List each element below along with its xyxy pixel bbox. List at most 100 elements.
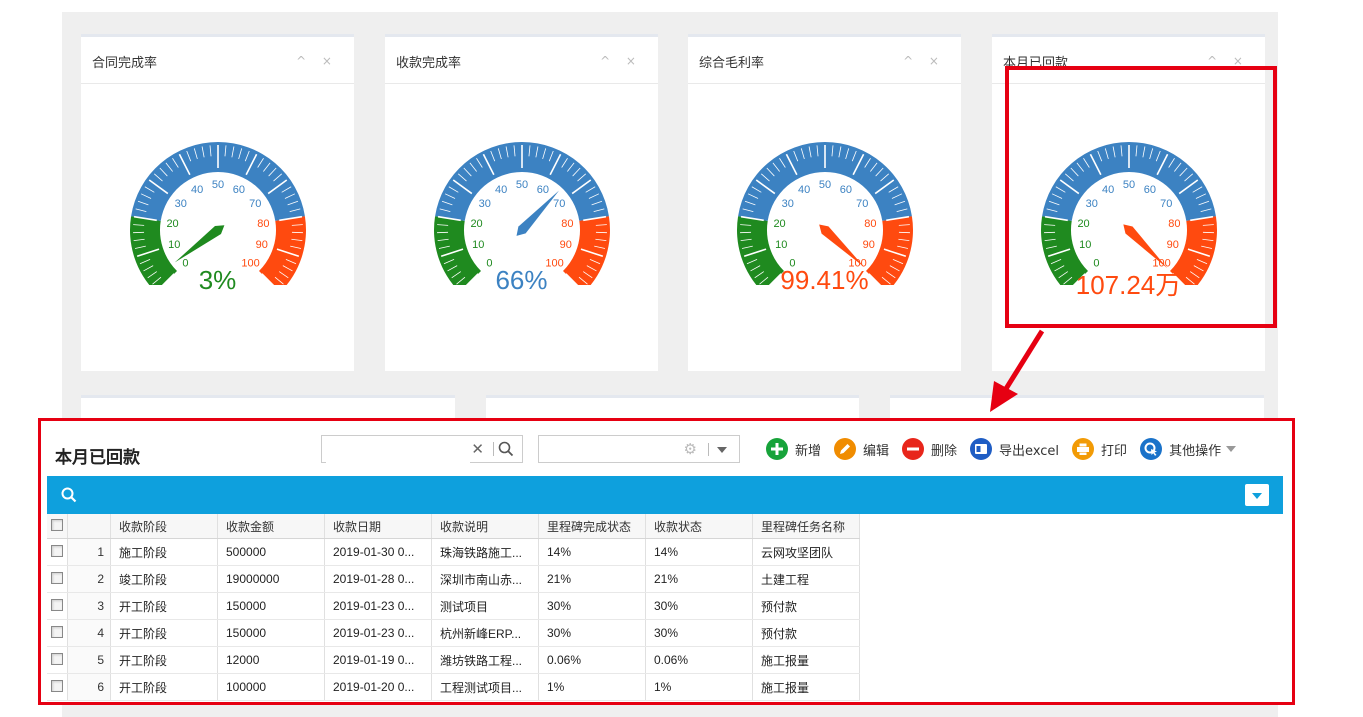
table-cell: 0.06% xyxy=(645,646,753,674)
table-row[interactable]: 3 开工阶段 150000 2019-01-23 0... 测试项目 30% 30% 预付款 xyxy=(47,592,860,620)
gauge-needle xyxy=(819,224,865,268)
gauge-needle xyxy=(174,225,225,263)
gauge-value: 3% xyxy=(198,265,237,295)
filter-select[interactable]: ⚙ xyxy=(538,435,740,463)
gauge-tick-label: 40 xyxy=(191,184,203,196)
row-checkbox[interactable] xyxy=(47,673,68,701)
table-cell: 2019-01-28 0... xyxy=(324,565,432,593)
gauge-tick-label: 90 xyxy=(863,239,875,251)
table-cell: 100000 xyxy=(217,673,325,701)
minus-icon xyxy=(902,438,925,460)
table-cell: 2019-01-30 0... xyxy=(324,538,432,566)
table-cell: 开工阶段 xyxy=(110,592,218,620)
gauge-tick-label: 80 xyxy=(561,218,573,230)
table-cell: 30% xyxy=(645,592,753,620)
pencil-icon xyxy=(834,438,857,460)
gauge-tick-label: 10 xyxy=(168,239,180,251)
row-checkbox[interactable] xyxy=(47,565,68,593)
highlight-box xyxy=(1005,66,1277,328)
table-cell: 21% xyxy=(645,565,753,593)
add-button[interactable]: 新增 xyxy=(766,438,821,460)
delete-button-label: 删除 xyxy=(931,443,958,459)
gauge-tick-label: 10 xyxy=(775,239,787,251)
table-cell: 开工阶段 xyxy=(110,673,218,701)
card-payment-completion: 收款完成率 ^ × 0 10 20 30 40 50 60 70 80 90 100 66% xyxy=(385,34,658,371)
table-row[interactable]: 1 施工阶段 500000 2019-01-30 0... 珠海铁路施工... 14% 14… xyxy=(47,538,860,566)
table-row[interactable]: 4 开工阶段 150000 2019-01-23 0... 杭州新峰ERP... 30% 3… xyxy=(47,619,860,647)
column-header[interactable]: 收款金额 xyxy=(217,514,325,539)
table-cell: 2019-01-20 0... xyxy=(324,673,432,701)
toolbar: 新增 编辑 删除 导出excel 打印 其他操作 xyxy=(766,435,1249,463)
table-cell: 竣工阶段 xyxy=(110,565,218,593)
row-checkbox[interactable] xyxy=(47,538,68,566)
table-cell: 150000 xyxy=(217,592,325,620)
select-all-checkbox[interactable] xyxy=(47,514,68,539)
card-header: 综合毛利率 ^ × xyxy=(688,37,961,84)
column-header[interactable]: 收款状态 xyxy=(645,514,753,539)
table-cell: 2019-01-23 0... xyxy=(324,592,432,620)
card-tools[interactable]: ^ × xyxy=(296,54,338,68)
edit-button[interactable]: 编辑 xyxy=(834,438,889,460)
table-cell: 云网攻坚团队 xyxy=(752,538,860,566)
gauge: 010203040 50 60708090100 xyxy=(737,142,913,285)
column-header[interactable]: 收款说明 xyxy=(431,514,539,539)
payment-detail-panel: 本月已回款 ✕ ⚙ 新增 编辑 删除 导出excel 打印 其他操作 收款阶段 … xyxy=(38,418,1295,705)
clear-icon[interactable]: ✕ xyxy=(471,440,484,458)
search-icon[interactable] xyxy=(498,441,514,457)
table-cell: 珠海铁路施工... xyxy=(431,538,539,566)
card-tools[interactable]: ^ × xyxy=(600,54,642,68)
rownum-header xyxy=(67,514,111,539)
gauge-tick-label: 50 xyxy=(819,179,831,191)
card-tools[interactable]: ^ × xyxy=(903,54,945,68)
gauge-value: 99.41% xyxy=(780,265,869,295)
row-checkbox[interactable] xyxy=(47,619,68,647)
gear-icon[interactable]: ⚙ xyxy=(684,440,697,458)
gauge-tick-label: 80 xyxy=(257,218,269,230)
gauge-tick-label: 40 xyxy=(798,184,810,196)
table-cell: 开工阶段 xyxy=(110,646,218,674)
card-header: 合同完成率 ^ × xyxy=(81,37,354,84)
column-header[interactable]: 里程碑完成状态 xyxy=(538,514,646,539)
card-gross-margin: 综合毛利率 ^ × 0 10 20 30 40 50 60 70 80 90 100 99.41% xyxy=(688,34,961,371)
printer-icon xyxy=(1072,438,1095,460)
print-button[interactable]: 打印 xyxy=(1072,438,1127,460)
gauge-tick-label: 80 xyxy=(864,218,876,230)
filter-bar xyxy=(47,476,1283,514)
table-cell: 500000 xyxy=(217,538,325,566)
table-cell: 预付款 xyxy=(752,592,860,620)
chevron-down-icon[interactable] xyxy=(717,447,727,453)
table-row[interactable]: 6 开工阶段 100000 2019-01-20 0... 工程测试项目... 1% 1% 施… xyxy=(47,673,860,701)
delete-button[interactable]: 删除 xyxy=(902,438,957,460)
card-contract-completion: 合同完成率 ^ × 0 10 20 30 40 50 60 70 80 90 100 3% xyxy=(81,34,354,371)
search-input[interactable] xyxy=(326,437,470,463)
other-actions-button[interactable]: 其他操作 xyxy=(1140,438,1237,460)
edit-button-label: 编辑 xyxy=(863,443,890,459)
search-icon[interactable] xyxy=(61,487,77,503)
table-cell: 预付款 xyxy=(752,619,860,647)
gauge-tick-label: 90 xyxy=(560,239,572,251)
row-checkbox[interactable] xyxy=(47,646,68,674)
print-button-label: 打印 xyxy=(1101,443,1128,459)
export-excel-button[interactable]: 导出excel xyxy=(970,438,1059,460)
column-header[interactable]: 收款阶段 xyxy=(110,514,218,539)
column-header[interactable]: 里程碑任务名称 xyxy=(752,514,860,539)
gauge-tick-label: 20 xyxy=(166,218,178,230)
table-cell: 14% xyxy=(645,538,753,566)
column-header[interactable]: 收款日期 xyxy=(324,514,432,539)
table-row[interactable]: 5 开工阶段 12000 2019-01-19 0... 潍坊铁路工程... 0.06% 0… xyxy=(47,646,860,674)
table-cell: 30% xyxy=(538,592,646,620)
table-cell: 测试项目 xyxy=(431,592,539,620)
payment-table: 收款阶段 收款金额 收款日期 收款说明 里程碑完成状态 收款状态 里程碑任务名称… xyxy=(47,514,860,701)
table-row[interactable]: 2 竣工阶段 19000000 2019-01-28 0... 深圳市南山赤... 21%… xyxy=(47,565,860,593)
table-cell: 工程测试项目... xyxy=(431,673,539,701)
gauge-tick-label: 30 xyxy=(479,198,491,210)
row-checkbox[interactable] xyxy=(47,592,68,620)
table-cell: 150000 xyxy=(217,619,325,647)
chevron-down-icon[interactable] xyxy=(1245,484,1269,506)
gauge-tick-label: 30 xyxy=(782,198,794,210)
table-cell: 杭州新峰ERP... xyxy=(431,619,539,647)
gauge-tick-label: 70 xyxy=(249,198,261,210)
gauge-tick-label: 60 xyxy=(233,184,245,196)
table-cell: 施工报量 xyxy=(752,646,860,674)
excel-icon xyxy=(970,438,993,460)
